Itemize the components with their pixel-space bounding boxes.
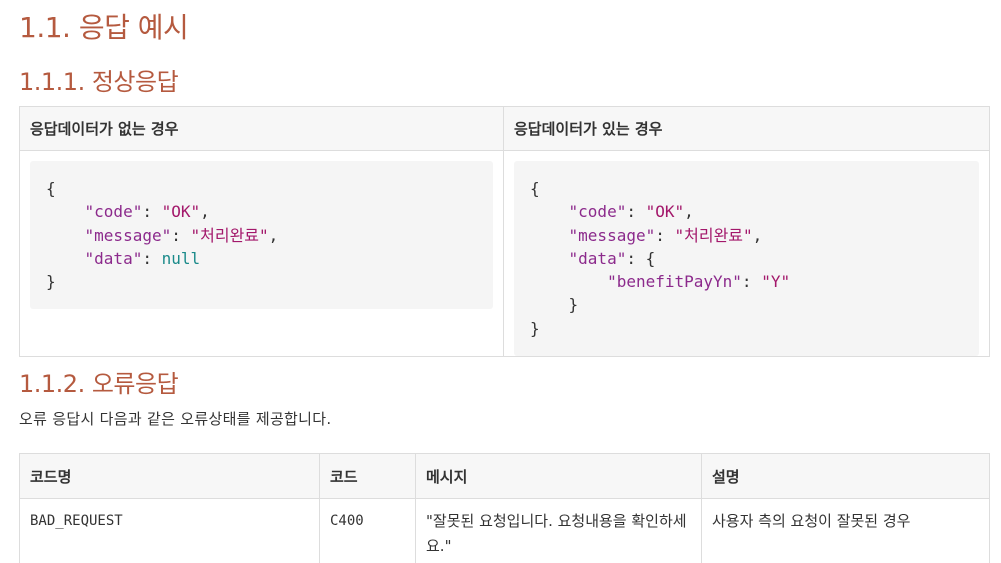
- json-value-benefit-pay-yn: "Y": [761, 272, 791, 292]
- header-no-data: 응답데이터가 없는 경우: [19, 106, 504, 151]
- header-code-name: 코드명: [19, 453, 320, 499]
- header-code: 코드: [319, 453, 416, 499]
- json-key-data: "data": [568, 248, 627, 268]
- examples-header-row: 응답데이터가 없는 경우 응답데이터가 있는 경우: [19, 106, 990, 151]
- json-key-message: "message": [568, 225, 656, 245]
- json-open-brace: {: [46, 179, 56, 198]
- error-codes-table: 코드명 코드 메시지 설명 BAD_REQUEST C400 "잘못된 요청입니…: [19, 453, 990, 563]
- no-data-cell: { "code": "OK", "message": "처리완료", "data…: [19, 149, 504, 358]
- json-value-message: "처리완료": [190, 225, 269, 245]
- errors-header-row: 코드명 코드 메시지 설명: [19, 453, 990, 499]
- json-close-brace: }: [530, 318, 540, 338]
- cell-code: C400: [319, 498, 416, 563]
- json-key-code: "code": [568, 202, 627, 222]
- json-key-message: "message": [84, 225, 172, 245]
- response-examples-table: 응답데이터가 없는 경우 응답데이터가 있는 경우 { "code": "OK"…: [19, 106, 990, 358]
- normal-response-heading: 1.1.1. 정상응답: [19, 68, 179, 96]
- json-value-code: "OK": [161, 202, 201, 222]
- error-response-heading: 1.1.2. 오류응답: [19, 370, 179, 398]
- json-open-brace: {: [530, 179, 540, 198]
- json-value-message: "처리완료": [674, 225, 753, 245]
- cell-code-name: BAD_REQUEST: [19, 498, 320, 563]
- json-value-code: "OK": [645, 202, 685, 222]
- table-row: BAD_REQUEST C400 "잘못된 요청입니다. 요청내용을 확인하세요…: [19, 498, 990, 563]
- json-close-brace: }: [46, 272, 56, 292]
- cell-description: 사용자 측의 요청이 잘못된 경우: [701, 498, 990, 563]
- cell-message: "잘못된 요청입니다. 요청내용을 확인하세요.": [415, 498, 702, 563]
- with-data-code-block: { "code": "OK", "message": "처리완료", "data…: [514, 161, 979, 357]
- json-value-data-null: null: [161, 248, 201, 268]
- json-key-benefit-pay-yn: "benefitPayYn": [607, 272, 742, 292]
- header-description: 설명: [701, 453, 990, 499]
- header-message: 메시지: [415, 453, 702, 499]
- json-key-data: "data": [84, 248, 143, 268]
- with-data-cell: { "code": "OK", "message": "처리완료", "data…: [503, 149, 990, 358]
- json-data-open-brace: {: [645, 248, 656, 268]
- json-key-code: "code": [84, 202, 143, 222]
- no-data-code-block: { "code": "OK", "message": "처리완료", "data…: [30, 161, 493, 310]
- section-heading: 1.1. 응답 예시: [19, 11, 189, 44]
- examples-body-row: { "code": "OK", "message": "처리완료", "data…: [19, 149, 990, 358]
- header-with-data: 응답데이터가 있는 경우: [503, 106, 990, 151]
- json-data-close-brace: }: [568, 295, 579, 315]
- error-description: 오류 응답시 다음과 같은 오류상태를 제공합니다.: [19, 410, 332, 428]
